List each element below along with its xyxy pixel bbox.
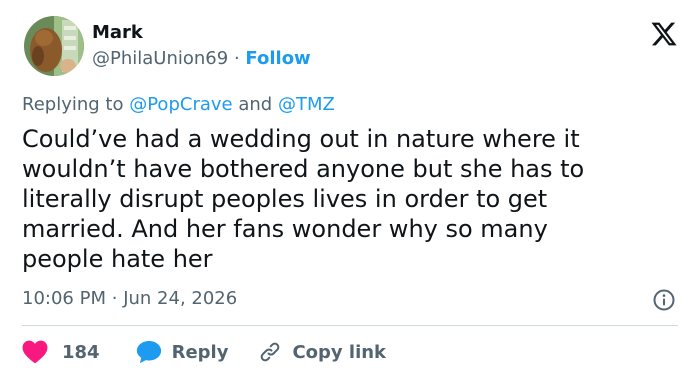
author-handle[interactable]: @PhilaUnion69 — [92, 48, 228, 69]
tweet-actions: 184 Reply Copy link — [22, 338, 386, 366]
author-handle-row: @PhilaUnion69 · Follow — [92, 48, 311, 70]
link-icon — [261, 342, 280, 362]
reply-context: Replying to @PopCrave and @TMZ — [22, 94, 335, 116]
reply-conjunction: and — [238, 94, 273, 115]
heart-icon — [22, 340, 48, 364]
reply-prefix: Replying to — [22, 94, 124, 115]
tweet-timestamp[interactable]: 10:06 PM · Jun 24, 2026 — [22, 288, 237, 310]
handle-separator: · — [233, 48, 240, 69]
x-logo-icon[interactable] — [650, 20, 678, 48]
follow-button[interactable]: Follow — [245, 48, 310, 69]
copy-link-button[interactable]: Copy link — [258, 340, 386, 364]
tweet-text: Could’ve had a wedding out in nature whe… — [22, 125, 585, 273]
mention-link[interactable]: @PopCrave — [129, 94, 232, 115]
reply-label: Reply — [171, 341, 229, 363]
speech-bubble-icon — [136, 340, 161, 364]
like-count: 184 — [62, 341, 100, 363]
like-button[interactable]: 184 — [22, 340, 100, 364]
divider — [22, 325, 678, 326]
timestamp-separator: · — [111, 288, 118, 309]
mention-link[interactable]: @TMZ — [278, 94, 335, 115]
avatar-image — [24, 16, 84, 76]
reply-button[interactable]: Reply — [136, 340, 229, 364]
author-name[interactable]: Mark — [92, 22, 143, 44]
tweet-date: Jun 24, 2026 — [123, 288, 238, 309]
avatar[interactable] — [24, 16, 84, 76]
tweet-time: 10:06 PM — [22, 288, 106, 309]
copy-link-label: Copy link — [292, 341, 387, 363]
info-icon[interactable] — [652, 288, 676, 312]
